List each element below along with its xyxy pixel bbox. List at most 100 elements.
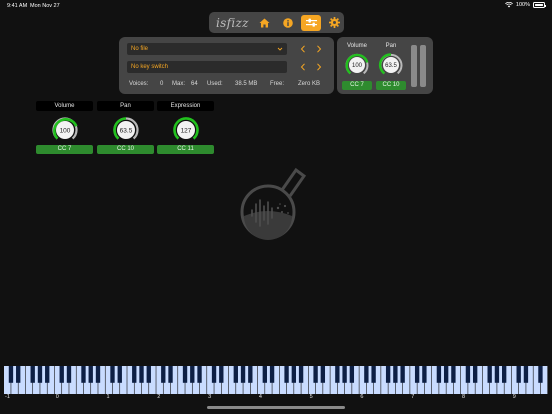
status-date: Mon Nov 27 (30, 3, 60, 9)
expression-knob[interactable]: 127 (170, 113, 202, 143)
prev-file-button[interactable] (297, 43, 309, 55)
black-key[interactable] (66, 366, 72, 383)
black-key[interactable] (414, 366, 420, 383)
black-key[interactable] (161, 366, 166, 383)
black-key[interactable] (335, 366, 340, 383)
octave-label: 1 (106, 394, 110, 400)
black-key[interactable] (349, 366, 355, 383)
black-key[interactable] (487, 366, 492, 383)
pan-control: Pan 63.5 CC 10 (97, 101, 154, 154)
file-select[interactable]: No file (127, 43, 287, 55)
info-icon (282, 17, 293, 28)
black-key[interactable] (516, 366, 521, 383)
volume-cc[interactable]: CC 7 (36, 145, 93, 154)
black-key[interactable] (8, 366, 14, 383)
next-file-button[interactable] (313, 43, 325, 55)
settings-button[interactable] (325, 15, 344, 31)
volume-control: Volume 100 CC 7 (36, 101, 93, 154)
black-key[interactable] (81, 366, 86, 383)
black-key[interactable] (139, 366, 144, 383)
black-key[interactable] (211, 366, 217, 383)
black-key[interactable] (400, 366, 405, 383)
key-switch-value: No key switch (131, 64, 169, 70)
volume-knob[interactable]: 100 (49, 113, 81, 143)
black-key[interactable] (436, 366, 442, 383)
octave-label: 2 (157, 394, 161, 400)
black-key[interactable] (88, 366, 93, 383)
free-value: Zero KB (298, 81, 321, 87)
side-pan-label: Pan (385, 43, 397, 49)
info-button[interactable] (278, 15, 297, 31)
black-key[interactable] (284, 366, 289, 383)
black-key[interactable] (233, 366, 238, 383)
pan-knob[interactable]: 63.5 (377, 51, 405, 79)
black-key[interactable] (422, 366, 427, 383)
black-key[interactable] (298, 366, 304, 383)
black-key[interactable] (465, 366, 471, 383)
octave-label: 9 (512, 394, 516, 400)
pan-knob[interactable]: 63.5 (110, 113, 142, 143)
black-key[interactable] (393, 366, 398, 383)
black-key[interactable] (320, 366, 326, 383)
key-switch-select[interactable]: No key switch (127, 61, 287, 73)
black-key[interactable] (168, 366, 173, 383)
black-key[interactable] (313, 366, 318, 383)
octave-label: 3 (208, 394, 212, 400)
home-indicator (207, 406, 345, 409)
gear-icon (328, 17, 340, 28)
black-key[interactable] (502, 366, 507, 383)
home-button[interactable] (255, 15, 274, 31)
used-value: 38.5 MB (235, 81, 258, 87)
expression-control: Expression 127 CC 11 (157, 101, 214, 154)
side-volume-value: 100 (352, 63, 363, 69)
black-key[interactable] (523, 366, 529, 383)
black-key[interactable] (269, 366, 275, 383)
volume-knob[interactable]: 100 (343, 51, 371, 79)
black-key[interactable] (240, 366, 246, 383)
black-key[interactable] (342, 366, 347, 383)
next-key-switch-button[interactable] (313, 61, 325, 73)
black-key[interactable] (117, 366, 122, 383)
black-key[interactable] (472, 366, 478, 383)
prev-key-switch-button[interactable] (297, 61, 309, 73)
black-key[interactable] (364, 366, 369, 383)
black-key[interactable] (443, 366, 449, 383)
black-key[interactable] (146, 366, 151, 383)
black-key[interactable] (59, 366, 64, 383)
pan-value: 63.5 (119, 127, 132, 134)
black-key[interactable] (190, 366, 195, 383)
side-pan-value: 63.5 (385, 63, 397, 69)
black-key[interactable] (30, 366, 35, 383)
black-key[interactable] (182, 366, 188, 383)
expression-cc[interactable]: CC 11 (157, 145, 214, 154)
black-key[interactable] (385, 366, 391, 383)
black-key[interactable] (219, 366, 224, 383)
black-key[interactable] (262, 366, 267, 383)
used-label: Used: (207, 81, 223, 87)
app-logo: isfizz (216, 15, 249, 30)
black-key[interactable] (45, 366, 50, 383)
black-key[interactable] (291, 366, 297, 383)
black-key[interactable] (371, 366, 376, 383)
black-key[interactable] (248, 366, 253, 383)
black-key[interactable] (110, 366, 115, 383)
octave-label: 4 (258, 394, 262, 400)
black-key[interactable] (197, 366, 202, 383)
black-key[interactable] (451, 366, 456, 383)
black-key[interactable] (37, 366, 43, 383)
black-key[interactable] (132, 366, 137, 383)
volume-value: 100 (59, 127, 70, 134)
octave-label: 8 (462, 394, 466, 400)
black-key[interactable] (494, 366, 500, 383)
piano-keyboard[interactable] (4, 366, 548, 394)
octave-label: 5 (309, 394, 313, 400)
pan-cc[interactable]: CC 10 (97, 145, 154, 154)
side-panel: Volume 100 CC 7 Pan 63.5 CC 10 (337, 37, 433, 94)
battery-icon (533, 2, 546, 8)
file-select-value: No file (131, 46, 149, 52)
black-key[interactable] (95, 366, 101, 383)
black-key[interactable] (538, 366, 543, 383)
level-meter-left (411, 45, 417, 87)
controls-button[interactable] (301, 14, 321, 31)
black-key[interactable] (16, 366, 21, 383)
